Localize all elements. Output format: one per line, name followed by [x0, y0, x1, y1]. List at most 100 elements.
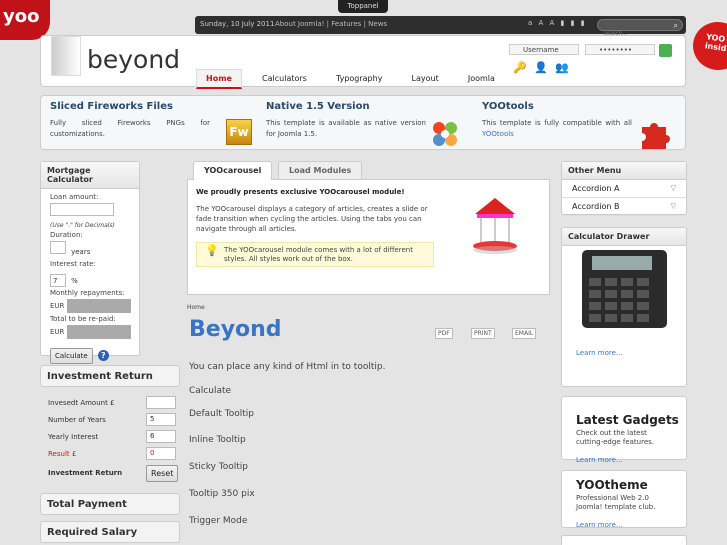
decimal-hint: (Use "." for Decimals) — [50, 222, 115, 229]
menu-calculators[interactable]: Calculators — [253, 70, 316, 87]
tab-yoocarousel[interactable]: YOOcarousel — [193, 161, 273, 180]
tooltip-link-default[interactable]: Default Tooltip — [189, 409, 254, 419]
link-about-joomla[interactable]: About Joomla! — [275, 20, 324, 28]
card-text: Check out the latest cutting-edge featur… — [576, 429, 654, 446]
breadcrumb[interactable]: Home — [187, 304, 205, 311]
tip-text: The YOOcarousel module comes with a lot … — [224, 246, 413, 263]
feature-title: YOOtools — [482, 101, 534, 112]
tooltip-link-inline[interactable]: Inline Tooltip — [189, 435, 246, 445]
tooltip-link-trigger[interactable]: Trigger Mode — [189, 516, 247, 526]
carousel-illustration — [455, 192, 535, 262]
total-payment-heading[interactable]: Total Payment — [40, 493, 180, 515]
tab-panel: We proudly presents exclusive YOOcarouse… — [187, 179, 550, 295]
top-links: About Joomla! | Features | News — [275, 20, 388, 28]
pdf-icon[interactable]: PDF — [435, 328, 453, 339]
accordion-a[interactable]: Accordion A ▽ — [562, 180, 686, 198]
link-news[interactable]: News — [368, 20, 387, 28]
menu-joomla[interactable]: Joomla — [459, 70, 504, 87]
feature-text: This template is available as native ver… — [266, 119, 426, 138]
help-icon[interactable]: ? — [97, 350, 109, 361]
password-field[interactable]: •••••••• — [585, 44, 655, 55]
article-line: You can place any kind of Html in to too… — [189, 362, 386, 372]
yoo-inside-badge: YOO insid — [689, 18, 727, 74]
search-icon[interactable]: ⌕ — [674, 21, 678, 31]
accordion-b[interactable]: Accordion B ▽ — [562, 198, 686, 216]
years-label: years — [71, 248, 91, 256]
other-menu: Other Menu Accordion A ▽ Accordion B ▽ — [561, 161, 687, 216]
investment-form: Invesedt Amount £ Number of Years 5 Year… — [40, 391, 180, 488]
tooltip-link-sticky[interactable]: Sticky Tooltip — [189, 462, 248, 472]
puzzle-icon — [638, 119, 670, 149]
card-learn-more[interactable]: Learn more... — [576, 456, 623, 464]
menu-typography[interactable]: Typography — [327, 70, 392, 87]
fireworks-icon: Fw — [226, 119, 252, 145]
monthly-label: Monthly repayments: — [50, 289, 125, 297]
carousel-description: The YOOcarousel displays a category of a… — [196, 205, 428, 233]
calculator-image — [577, 250, 672, 330]
years-input[interactable]: 5 — [146, 413, 176, 426]
username-field[interactable]: Username — [509, 44, 579, 55]
loan-amount-input[interactable] — [50, 203, 114, 216]
latest-gadgets-card: Latest Gadgets Check out the latest cutt… — [561, 396, 687, 464]
reset-button[interactable]: Reset — [146, 465, 179, 482]
calculate-button[interactable]: Calculate — [50, 348, 93, 364]
chevron-down-icon: ▽ — [670, 184, 676, 192]
search-box[interactable]: ⌕ — [597, 19, 683, 37]
user-add-icon[interactable]: 👤 — [534, 61, 548, 74]
result-input[interactable]: 0 — [146, 447, 176, 460]
login-form: Username •••••••• 🔑 👤 👥 — [509, 44, 685, 84]
mortgage-calculator: Mortgage Calculator Loan amount: (Use ".… — [40, 161, 140, 364]
loan-amount-label: Loan amount: — [50, 193, 99, 201]
chevron-down-icon: ▽ — [670, 202, 676, 210]
main-menu: Home Calculators Typography Layout Jooml… — [196, 66, 510, 89]
carousel-tabs: YOOcarousel Load Modules We proudly pres… — [187, 161, 550, 295]
next-card — [561, 535, 687, 545]
feature-fireworks: Sliced Fireworks Files Fully sliced Fire… — [50, 101, 252, 145]
toppanel-tab[interactable]: Toppanel — [338, 0, 388, 13]
card-title: YOOtheme — [576, 478, 648, 492]
login-button[interactable] — [659, 44, 672, 57]
menu-home[interactable]: Home — [196, 69, 242, 89]
menu-layout[interactable]: Layout — [403, 70, 448, 87]
investment-return-heading[interactable]: Investment Return — [40, 365, 180, 387]
tab-load-modules[interactable]: Load Modules — [278, 161, 363, 180]
total-output: EUR — [50, 325, 139, 339]
link-features[interactable]: Features — [331, 20, 361, 28]
invested-amount-input[interactable] — [146, 396, 176, 409]
font-size-switcher[interactable]: a A A ▮ ▮ ▮ — [528, 19, 587, 27]
duration-input[interactable] — [50, 241, 66, 254]
mortgage-title: Mortgage Calculator — [41, 162, 139, 189]
investment-return-label: Investment Return — [48, 469, 123, 477]
key-icon[interactable]: 🔑 — [513, 61, 527, 74]
users-icon[interactable]: 👥 — [555, 61, 569, 74]
email-icon[interactable]: EMAIL — [512, 328, 537, 339]
feature-title: Sliced Fireworks Files — [50, 101, 173, 112]
print-icon[interactable]: PRINT — [471, 328, 495, 339]
feature-native: Native 1.5 Version This template is avai… — [266, 101, 466, 146]
site-logo[interactable]: beyond — [87, 45, 180, 74]
yootools-link[interactable]: YOOtools — [482, 130, 514, 138]
feature-text: This template is fully compatible with a… — [482, 119, 632, 138]
calculator-drawer: Calculator Drawer Learn more... — [561, 227, 687, 387]
header: beyond Home Calculators Typography Layou… — [40, 35, 686, 89]
calculator-drawer-title: Calculator Drawer — [562, 228, 686, 246]
feature-title: Native 1.5 Version — [266, 101, 370, 112]
tooltip-link-350[interactable]: Tooltip 350 pix — [189, 489, 255, 499]
tooltip-link-calculate[interactable]: Calculate — [189, 386, 231, 396]
years-label: Number of Years — [48, 416, 106, 424]
card-learn-more[interactable]: Learn more... — [576, 521, 623, 529]
feature-bar: Sliced Fireworks Files Fully sliced Fire… — [40, 95, 686, 150]
duration-label: Duration: — [50, 231, 83, 239]
other-menu-title: Other Menu — [562, 162, 686, 180]
card-title: Latest Gadgets — [576, 413, 679, 427]
feature-yootools: YOOtools This template is fully compatib… — [482, 101, 682, 149]
required-salary-heading[interactable]: Required Salary — [40, 521, 180, 543]
interest-rate-input[interactable]: 7 — [50, 274, 66, 287]
yoo-corner-logo[interactable]: yoo — [0, 0, 50, 40]
date-text: Sunday, 10 July 2011 — [200, 20, 275, 28]
yearly-interest-label: Yearly Interest — [48, 433, 99, 441]
invested-amount-label: Invesedt Amount £ — [48, 399, 115, 407]
calculator-learn-more[interactable]: Learn more... — [576, 349, 623, 357]
yearly-interest-input[interactable]: 6 — [146, 430, 176, 443]
monthly-output: EUR — [50, 299, 139, 313]
